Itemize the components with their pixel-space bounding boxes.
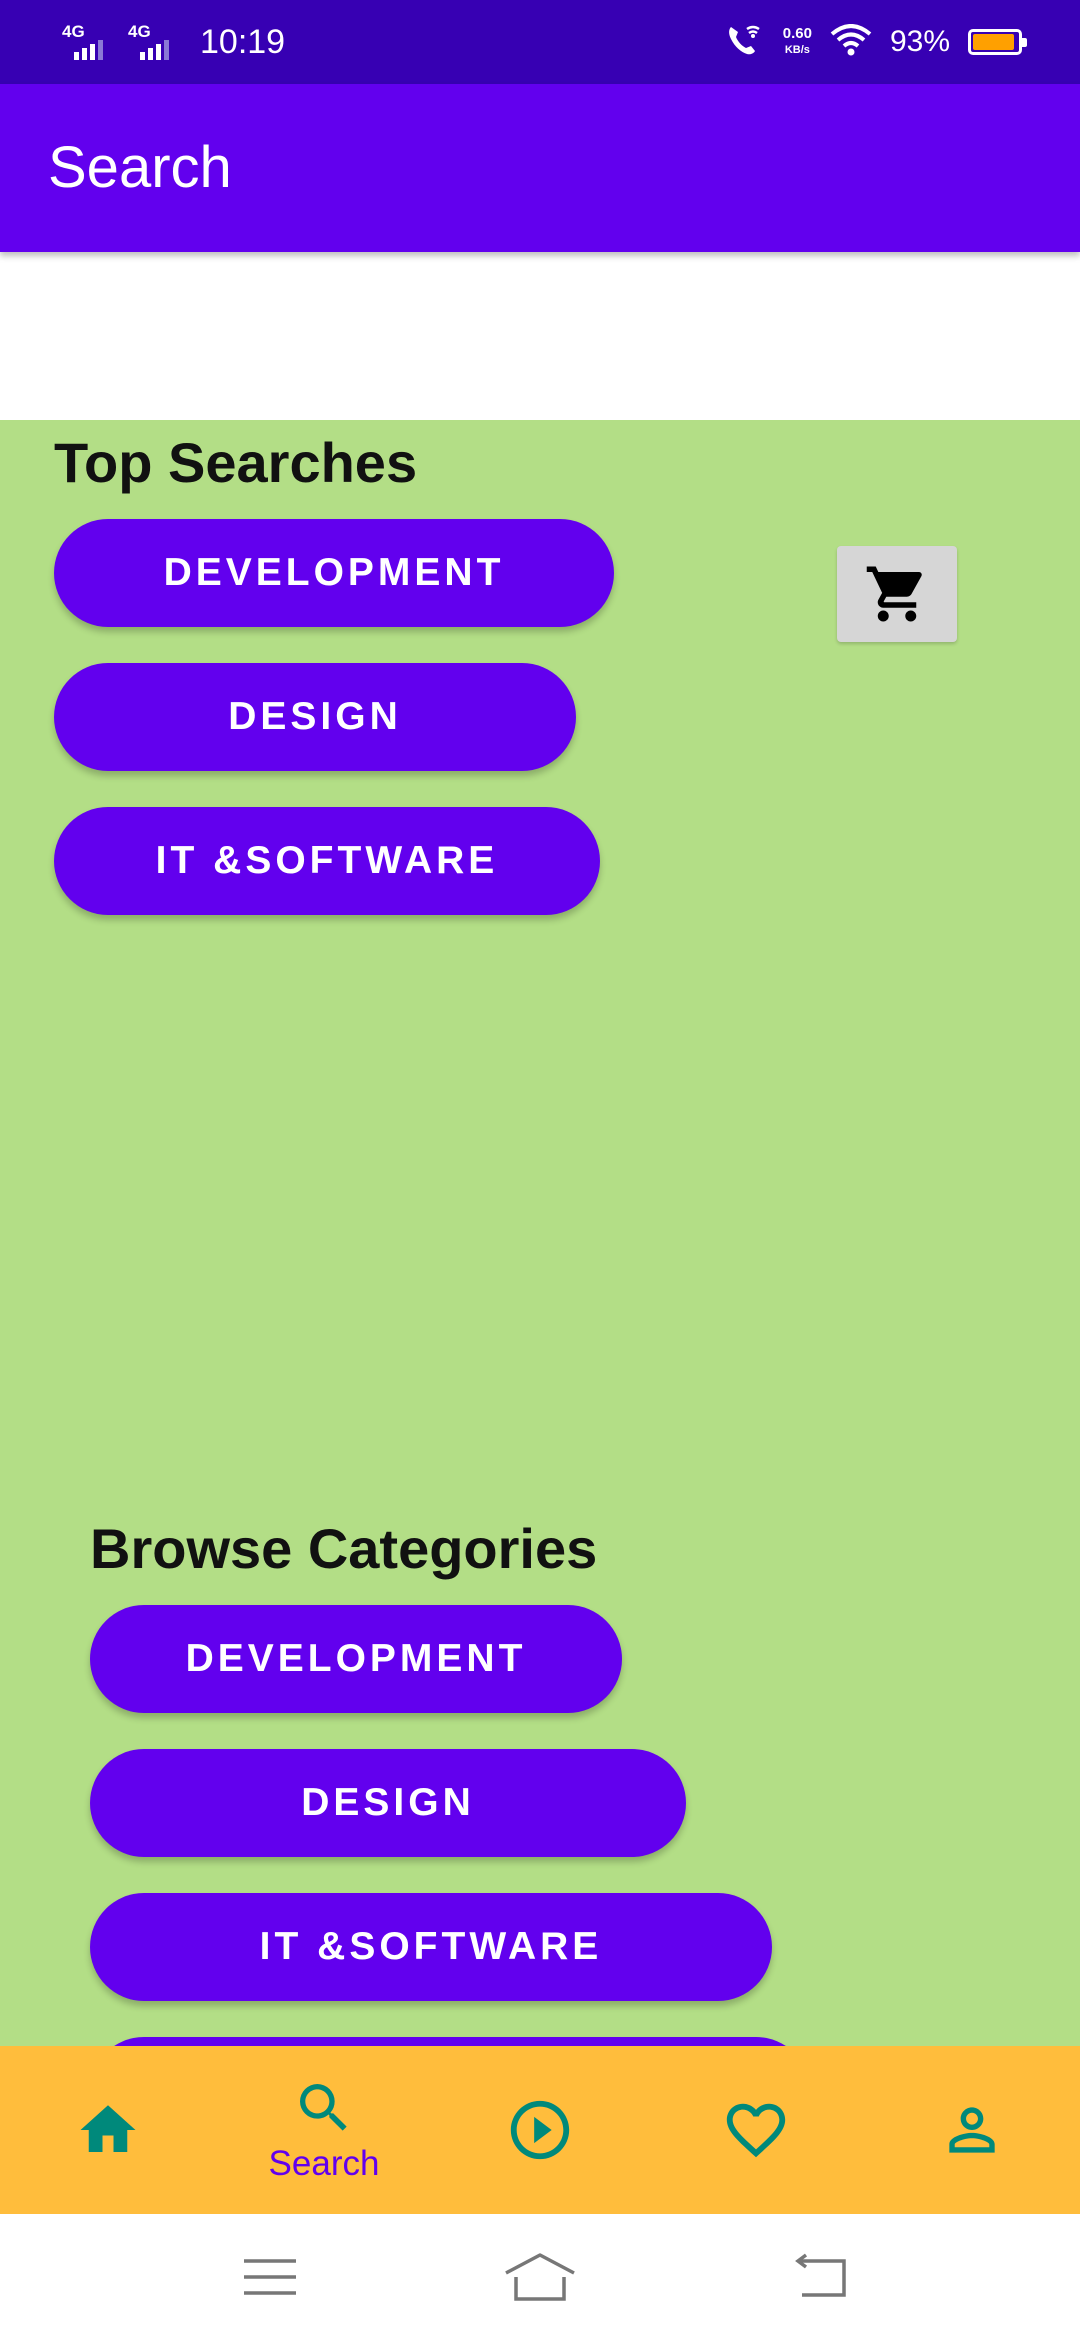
search-area	[0, 252, 1080, 420]
wifi-icon	[830, 23, 872, 61]
nav-play[interactable]	[432, 2046, 648, 2214]
main-content: Top Searches DEVELOPMENT DESIGN IT &SOFT…	[0, 420, 1080, 2046]
category-it-software-button[interactable]: IT &SOFTWARE	[90, 1893, 772, 2001]
menu-button[interactable]	[210, 2242, 330, 2312]
category-development-button[interactable]: DEVELOPMENT	[90, 1605, 622, 1713]
cart-button[interactable]	[837, 546, 957, 642]
top-searches-title: Top Searches	[54, 431, 418, 494]
app-bar: Search	[0, 84, 1080, 252]
home-outline-icon	[505, 2253, 575, 2301]
back-button[interactable]	[762, 2242, 882, 2312]
nav-home[interactable]	[0, 2046, 216, 2214]
heart-icon	[726, 2103, 786, 2158]
net-speed: 0.60 KB/s	[783, 26, 812, 58]
status-bar: 4G 4G 10:19 0.60 KB/s 93%	[0, 0, 1080, 84]
top-search-it-software-button[interactable]: IT &SOFTWARE	[54, 807, 600, 915]
net-speed-value: 0.60	[782, 25, 812, 42]
bottom-navigation: Search	[0, 2046, 1080, 2214]
nav-search[interactable]: Search	[216, 2046, 432, 2214]
category-partial-button[interactable]	[90, 2037, 810, 2046]
battery-percent: 93%	[889, 25, 950, 58]
category-design-button[interactable]: DESIGN	[90, 1749, 686, 1857]
status-left: 4G 4G 10:19	[62, 0, 285, 84]
signal-icon: 4G	[62, 22, 114, 62]
nav-search-label: Search	[268, 2144, 380, 2183]
home-icon	[80, 2105, 136, 2152]
cart-icon	[866, 566, 922, 622]
system-navigation	[0, 2214, 1080, 2340]
system-home-button[interactable]	[480, 2242, 600, 2312]
nav-profile[interactable]	[864, 2046, 1080, 2214]
network-type-label: 4G	[128, 22, 151, 41]
nav-favorites[interactable]	[648, 2046, 864, 2214]
signal-icon: 4G	[128, 22, 180, 62]
back-icon	[795, 2253, 846, 2297]
top-search-design-button[interactable]: DESIGN	[54, 663, 576, 771]
search-icon	[300, 2084, 347, 2131]
page-title: Search	[48, 135, 232, 200]
menu-icon	[244, 2259, 296, 2295]
browse-categories-title: Browse Categories	[90, 1517, 598, 1580]
status-right: 0.60 KB/s 93%	[725, 0, 1027, 84]
profile-icon	[949, 2107, 995, 2153]
play-icon	[510, 2100, 570, 2160]
clock: 10:19	[200, 22, 286, 61]
net-speed-unit: KB/s	[784, 44, 810, 56]
wifi-calling-icon	[725, 23, 765, 62]
network-type-label: 4G	[62, 22, 85, 41]
top-search-development-button[interactable]: DEVELOPMENT	[54, 519, 614, 627]
battery-icon	[968, 29, 1027, 55]
